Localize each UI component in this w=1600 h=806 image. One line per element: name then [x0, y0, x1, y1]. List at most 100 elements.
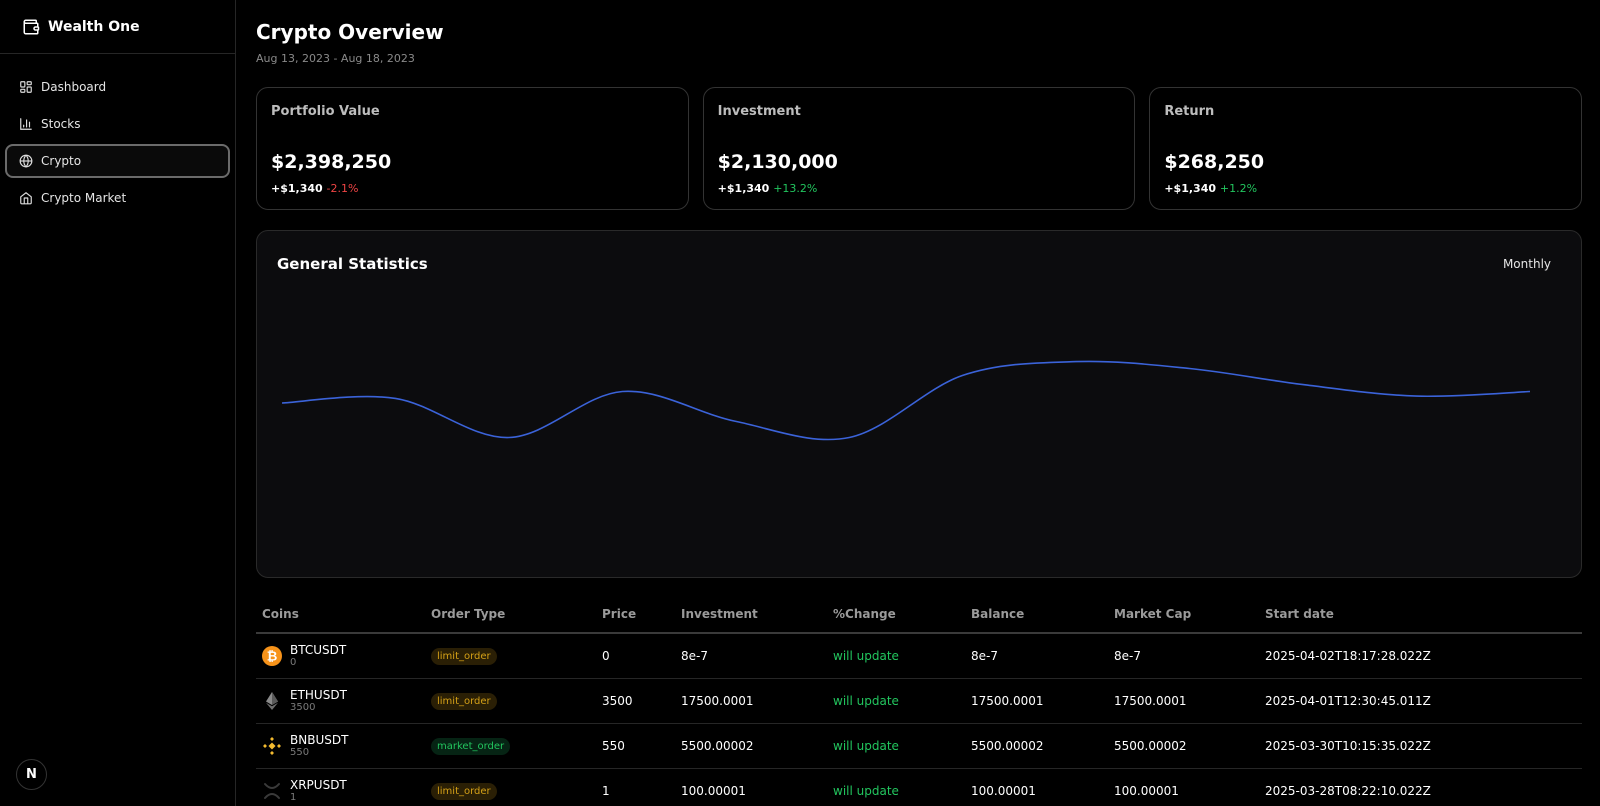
card-delta-row: +$1,340 +13.2%	[718, 182, 818, 195]
table-row[interactable]: XRPUSDT 1 limit_order 1 100.00001 will u…	[256, 769, 1582, 806]
coin-name: BNBUSDT	[290, 733, 349, 747]
ethereum-icon	[262, 691, 282, 711]
data-point[interactable]	[389, 392, 401, 404]
app-root: Wealth One Dashboard Stocks Crypto Crypt…	[0, 0, 1600, 806]
date-range: Aug 13, 2023 - Aug 18, 2023	[256, 52, 415, 65]
column-header[interactable]: %Change	[833, 607, 971, 621]
order-type-badge: market_order	[431, 737, 511, 755]
order-type-cell: limit_order	[431, 692, 602, 710]
chart-title: General Statistics	[277, 255, 428, 273]
summary-cards: Portfolio Value $2,398,250 +$1,340 -2.1%…	[256, 87, 1583, 210]
start-date-cell: 2025-04-02T18:17:28.022Z	[1265, 649, 1431, 663]
table-row[interactable]: BNBUSDT 550 market_order 550 5500.00002 …	[256, 724, 1582, 769]
sidebar-item-dashboard[interactable]: Dashboard	[5, 70, 230, 104]
card-title: Investment	[717, 104, 801, 119]
coin-cell: BNBUSDT 550	[256, 733, 431, 759]
data-point[interactable]	[503, 432, 515, 444]
general-statistics-chart: General Statistics Monthly	[256, 230, 1582, 578]
coin-sub: 550	[290, 747, 310, 758]
sidebar-item-crypto-market[interactable]: Crypto Market	[5, 181, 230, 215]
xrp-icon	[262, 781, 282, 801]
globe-icon	[19, 154, 33, 168]
sidebar-item-label: Crypto	[41, 154, 82, 168]
data-point[interactable]	[730, 415, 742, 427]
sidebar: Wealth One Dashboard Stocks Crypto Crypt…	[0, 0, 236, 806]
next-badge[interactable]: N	[16, 759, 47, 790]
investment-cell: 100.00001	[681, 784, 746, 798]
bnb-icon	[262, 736, 282, 756]
order-type-badge: limit_order	[431, 782, 497, 800]
card-return: Return $268,250 +$1,340 +1.2%	[1149, 87, 1583, 210]
market-cap-cell: 17500.0001	[1114, 694, 1187, 708]
dashboard-icon	[19, 80, 33, 94]
coin-sub: 1	[290, 792, 297, 803]
investment-cell: 8e-7	[681, 649, 708, 663]
balance-cell: 100.00001	[971, 784, 1036, 798]
sidebar-item-label: Crypto Market	[41, 191, 127, 205]
data-point[interactable]	[276, 397, 288, 409]
card-delta: +$1,340	[717, 182, 770, 195]
card-delta-row: +$1,340 -2.1%	[271, 182, 358, 195]
page-title: Crypto Overview	[256, 20, 444, 44]
start-date-cell: 2025-03-28T08:22:10.022Z	[1265, 784, 1431, 798]
market-cap-cell: 5500.00002	[1114, 739, 1187, 753]
data-point[interactable]	[1411, 390, 1423, 402]
card-title: Portfolio Value	[271, 104, 380, 119]
wallet-icon	[22, 18, 40, 36]
svg-text:₿: ₿	[267, 650, 278, 665]
sidebar-item-label: Stocks	[41, 117, 81, 131]
data-point[interactable]	[1184, 363, 1196, 375]
market-cap-cell: 8e-7	[1114, 649, 1141, 663]
order-type-badge: limit_order	[431, 692, 497, 710]
card-change: -2.1%	[326, 182, 359, 195]
card-value: $268,250	[1164, 151, 1265, 173]
card-portfolio-value: Portfolio Value $2,398,250 +$1,340 -2.1%	[256, 87, 689, 210]
coin-sub: 0	[290, 657, 297, 668]
data-point[interactable]	[616, 386, 628, 398]
data-point[interactable]	[1524, 386, 1536, 398]
change-cell: will update	[833, 739, 899, 753]
order-type-cell: limit_order	[431, 782, 602, 800]
data-point[interactable]	[1297, 379, 1309, 391]
bitcoin-icon: ₿	[262, 646, 282, 666]
sidebar-item-crypto[interactable]: Crypto	[5, 144, 230, 178]
brand-name: Wealth One	[48, 18, 140, 35]
data-point[interactable]	[843, 432, 855, 444]
order-type-cell: limit_order	[431, 647, 602, 665]
column-header[interactable]: Market Cap	[1114, 607, 1265, 621]
price-cell: 1	[602, 784, 610, 798]
table-row[interactable]: ETHUSDT 3500 limit_order 3500 17500.0001…	[256, 679, 1582, 724]
price-cell: 550	[602, 739, 625, 753]
bar-chart-icon	[19, 117, 33, 131]
table-row[interactable]: ₿ BTCUSDT 0 limit_order 0 8e-7 will upda…	[256, 634, 1582, 679]
column-header[interactable]: Price	[602, 607, 681, 621]
market-cap-cell: 100.00001	[1114, 784, 1179, 798]
balance-cell: 8e-7	[971, 649, 998, 663]
coin-name: ETHUSDT	[290, 688, 347, 702]
coin-name: XRPUSDT	[290, 778, 347, 792]
line-chart	[276, 356, 1536, 444]
column-header[interactable]: Start date	[1265, 607, 1565, 621]
order-type-badge: limit_order	[431, 647, 497, 665]
brand[interactable]: Wealth One	[0, 0, 235, 54]
column-header[interactable]: Investment	[681, 607, 833, 621]
home-icon	[19, 191, 33, 205]
change-cell: will update	[833, 784, 899, 798]
coin-cell: ETHUSDT 3500	[256, 688, 431, 714]
sidebar-item-stocks[interactable]: Stocks	[5, 107, 230, 141]
column-header[interactable]: Coins	[256, 607, 431, 621]
card-value: $2,130,000	[717, 151, 838, 173]
column-header[interactable]: Order Type	[431, 607, 602, 621]
sidebar-item-label: Dashboard	[41, 80, 107, 94]
data-point[interactable]	[1070, 356, 1082, 368]
column-header[interactable]: Balance	[971, 607, 1114, 621]
start-date-cell: 2025-04-01T12:30:45.011Z	[1265, 694, 1431, 708]
investment-cell: 5500.00002	[681, 739, 754, 753]
data-point[interactable]	[957, 369, 969, 381]
period-selector[interactable]: Monthly	[1503, 257, 1551, 271]
coin-cell: ₿ BTCUSDT 0	[256, 643, 431, 669]
card-change: +13.2%	[773, 182, 818, 195]
order-type-cell: market_order	[431, 737, 602, 755]
coin-name: BTCUSDT	[290, 643, 347, 657]
change-cell: will update	[833, 694, 899, 708]
